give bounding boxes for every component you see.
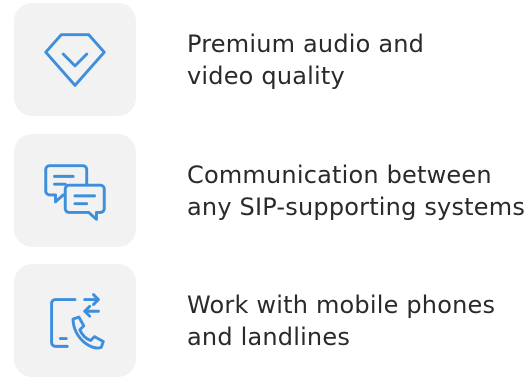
feature-text-line-1: Work with mobile phones bbox=[187, 290, 496, 319]
feature-item-mobile-landline: Work with mobile phones and landlines bbox=[14, 264, 530, 377]
feature-item-sip-communication: Communication between any SIP-supporting… bbox=[14, 134, 530, 247]
feature-item-audio-video: Premium audio and video quality bbox=[14, 3, 530, 116]
feature-description: Premium audio and video quality bbox=[187, 3, 530, 116]
diamond-icon bbox=[44, 32, 106, 87]
feature-text-line-2: video quality bbox=[187, 61, 345, 90]
feature-icon-tile bbox=[14, 3, 136, 116]
chat-bubbles-icon bbox=[44, 163, 106, 221]
feature-description: Work with mobile phones and landlines bbox=[187, 264, 530, 377]
feature-description: Communication between any SIP-supporting… bbox=[187, 134, 530, 247]
feature-text-line-2: any SIP-supporting systems bbox=[187, 192, 526, 221]
feature-text-line-1: Communication between bbox=[187, 160, 492, 189]
feature-icon-tile bbox=[14, 134, 136, 247]
feature-text-line-1: Premium audio and bbox=[187, 29, 425, 58]
mobile-phone-handset-icon bbox=[50, 292, 105, 349]
feature-icon-tile bbox=[14, 264, 136, 377]
feature-text-line-2: and landlines bbox=[187, 322, 351, 351]
features-list: Premium audio and video quality Communic… bbox=[0, 0, 530, 379]
